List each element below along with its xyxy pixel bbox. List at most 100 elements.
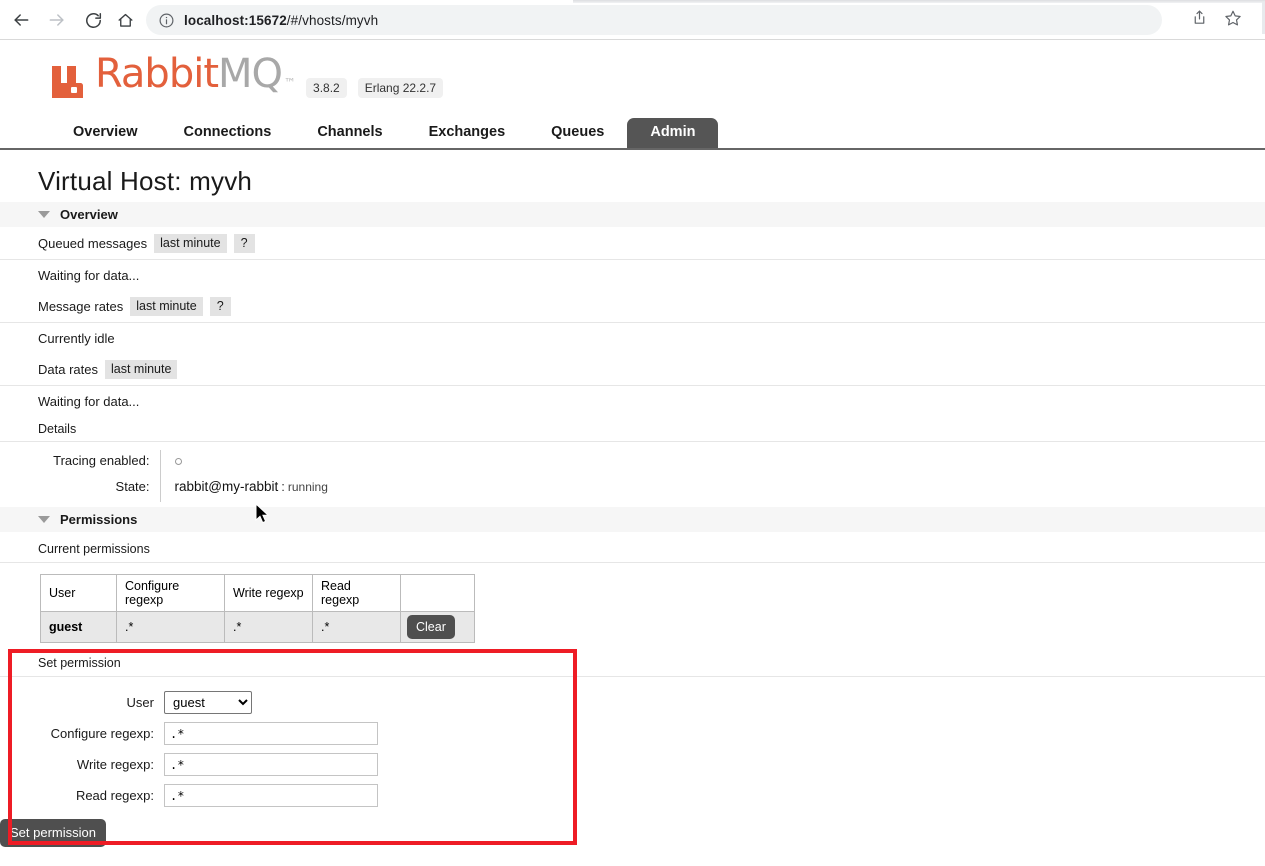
version-badge: 3.8.2	[306, 78, 347, 98]
message-rates-label: Message rates	[38, 299, 124, 314]
queued-messages-period-chip[interactable]: last minute	[154, 234, 227, 253]
details-label: Details	[0, 416, 1265, 442]
column-header-write: Write regexp	[224, 574, 313, 612]
cell-write: .*	[224, 611, 313, 643]
cell-user: guest	[40, 611, 117, 643]
chevron-down-icon	[38, 516, 50, 523]
logo-text-rabbit: Rabbit	[95, 51, 219, 97]
configure-regexp-label: Configure regexp:	[50, 726, 154, 741]
write-regexp-input[interactable]	[164, 753, 378, 776]
tab-channels[interactable]: Channels	[294, 118, 405, 148]
data-rates-label: Data rates	[38, 362, 98, 377]
page-title: Virtual Host: myvh	[38, 166, 253, 196]
back-button[interactable]	[8, 7, 34, 33]
column-header-user: User	[40, 574, 117, 612]
clear-permission-button[interactable]: Clear	[407, 615, 455, 639]
radio-unchecked-icon[interactable]	[174, 458, 182, 465]
rabbitmq-logo[interactable]: Rabbit MQ ™ 3.8.2 Erlang 22.2.7	[50, 54, 1265, 103]
cell-read: .*	[312, 611, 401, 643]
cell-actions: Clear	[400, 611, 475, 643]
form-row-submit: Set permission	[0, 815, 378, 855]
state-status: running	[287, 480, 328, 494]
tab-overview[interactable]: Overview	[50, 118, 161, 148]
rabbitmq-logo-icon	[50, 62, 84, 103]
reload-button[interactable]	[80, 7, 106, 33]
queued-messages-help-chip[interactable]: ?	[233, 234, 255, 253]
details-row-tracing: Tracing enabled:	[0, 450, 328, 476]
tab-admin[interactable]: Admin	[627, 118, 719, 148]
configure-regexp-cell	[164, 722, 378, 753]
configure-regexp-input[interactable]	[164, 722, 378, 745]
column-header-actions	[400, 574, 475, 612]
user-select[interactable]: guest	[164, 691, 252, 714]
logo-text-mq: MQ	[218, 51, 283, 97]
overview-section-header[interactable]: Overview	[0, 202, 1265, 227]
state-node-name: rabbit@my-rabbit	[174, 479, 279, 494]
message-rates-header: Message rates last minute ?	[0, 290, 1265, 323]
cell-configure: .*	[116, 611, 225, 643]
message-rates-body: Currently idle	[38, 331, 115, 346]
state-label: State:	[115, 479, 150, 494]
queued-messages-body: Waiting for data...	[38, 268, 140, 283]
share-button[interactable]	[1188, 9, 1210, 31]
set-permission-label: Set permission	[0, 649, 1265, 677]
info-circle-icon[interactable]	[158, 12, 175, 29]
queued-messages-header: Queued messages last minute ?	[0, 227, 1265, 260]
star-icon	[1224, 9, 1242, 32]
permissions-section-header[interactable]: Permissions	[0, 507, 1265, 532]
form-row-read: Read regexp:	[0, 784, 378, 815]
current-permissions-label: Current permissions	[0, 532, 1265, 563]
submit-cell: Set permission	[0, 815, 378, 855]
write-regexp-cell	[164, 753, 378, 784]
set-permission-button[interactable]: Set permission	[0, 819, 106, 847]
bookmark-button[interactable]	[1222, 9, 1244, 31]
data-rates-header: Data rates last minute	[0, 353, 1265, 386]
message-rates-help-chip[interactable]: ?	[209, 297, 231, 316]
main-navigation: Overview Connections Channels Exchanges …	[0, 118, 1265, 150]
current-permissions-table: User Configure regexp Write regexp Read …	[40, 574, 475, 643]
tabstrip-edge-left	[0, 0, 573, 2]
table-row: guest .* .* .* Clear	[40, 611, 475, 643]
erlang-version-badge: Erlang 22.2.7	[357, 78, 444, 98]
address-bar-url: localhost:15672/#/vhosts/myvh	[184, 13, 378, 28]
set-permission-form: User guest Configure regexp: Write regex…	[0, 691, 378, 855]
url-host: localhost:15672	[184, 12, 287, 28]
reload-icon	[84, 11, 103, 30]
form-row-configure: Configure regexp:	[0, 722, 378, 753]
message-rates-period-chip[interactable]: last minute	[130, 297, 203, 316]
address-bar[interactable]: localhost:15672/#/vhosts/myvh	[146, 5, 1162, 35]
user-field-cell: guest	[164, 691, 378, 722]
forward-button[interactable]	[44, 7, 70, 33]
tracing-enabled-label: Tracing enabled:	[53, 453, 150, 468]
column-header-read: Read regexp	[312, 574, 401, 612]
tab-connections[interactable]: Connections	[161, 118, 295, 148]
details-row-state: State: rabbit@my-rabbit: running	[0, 476, 328, 502]
tab-exchanges[interactable]: Exchanges	[406, 118, 529, 148]
state-value-cell: rabbit@my-rabbit: running	[159, 476, 328, 502]
rabbitmq-wordmark: Rabbit MQ ™	[95, 51, 296, 103]
tracing-enabled-value	[159, 450, 328, 476]
back-arrow-icon	[11, 10, 31, 30]
data-rates-period-chip[interactable]: last minute	[104, 360, 178, 379]
logo-trademark: ™	[284, 76, 296, 90]
tabstrip-edge	[573, 0, 1265, 3]
share-icon	[1191, 9, 1208, 31]
tab-queues[interactable]: Queues	[528, 118, 627, 148]
data-rates-body: Waiting for data...	[38, 394, 140, 409]
forward-arrow-icon	[47, 10, 67, 30]
url-path: /#/vhosts/myvh	[286, 12, 379, 28]
site-header: Rabbit MQ ™ 3.8.2 Erlang 22.2.7	[0, 40, 1265, 108]
queued-messages-label: Queued messages	[38, 236, 148, 251]
read-regexp-cell	[164, 784, 378, 815]
permissions-section-label: Permissions	[60, 512, 138, 527]
home-icon	[116, 11, 135, 30]
rabbitmq-management-page: Rabbit MQ ™ 3.8.2 Erlang 22.2.7 Overview C…	[0, 40, 1265, 866]
browser-chrome: localhost:15672/#/vhosts/myvh	[0, 0, 1265, 40]
read-regexp-input[interactable]	[164, 784, 378, 807]
form-row-write: Write regexp:	[0, 753, 378, 784]
table-header-row: User Configure regexp Write regexp Read …	[40, 574, 475, 612]
home-button[interactable]	[112, 7, 138, 33]
details-table: Tracing enabled: State: rabbit@my-rabbit…	[0, 450, 328, 502]
read-regexp-label: Read regexp:	[75, 788, 154, 803]
write-regexp-label: Write regexp:	[76, 757, 154, 772]
